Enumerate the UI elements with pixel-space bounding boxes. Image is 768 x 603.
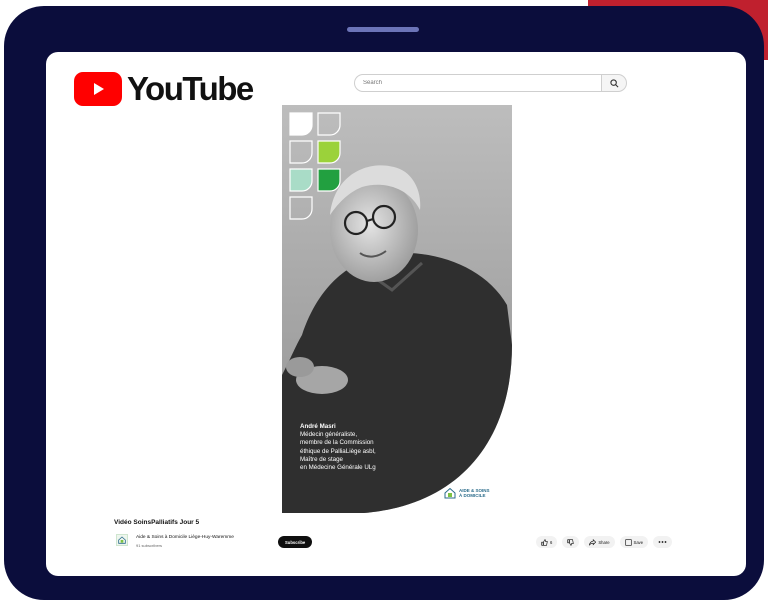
caption-line: Médecin généraliste, (300, 431, 358, 439)
caption-line: Maître de stage (300, 455, 343, 463)
caption-line: en Médecine Générale ULg (300, 464, 376, 472)
share-button[interactable]: Share (584, 536, 615, 548)
house-icon (444, 487, 456, 499)
share-icon (589, 538, 597, 545)
caption-line: membre de la Commission (300, 439, 374, 447)
search-input[interactable] (354, 74, 601, 92)
tablet-screen: YouTube Search André Masri Médecin génér… (46, 52, 746, 576)
tablet-camera-bar (347, 27, 419, 32)
channel-avatar[interactable] (116, 534, 128, 546)
house-icon (118, 536, 126, 544)
subscriber-count: 91 subscribers (136, 543, 163, 548)
like-count: 6 (550, 539, 553, 545)
channel-name-link[interactable]: Aide & Soins à Domicile Liège-Huy-Waremm… (136, 535, 234, 540)
caption-line: éthique de PalliaLiège asbl, (300, 447, 376, 455)
channel-watermark: AIDE & SOINS À DOMICILE (444, 487, 499, 499)
subscribe-button[interactable]: Subscribe (278, 536, 313, 548)
search-button[interactable] (601, 74, 627, 92)
save-label: Save (633, 539, 644, 545)
watermark-text: AIDE & SOINS À DOMICILE (459, 488, 499, 499)
youtube-play-icon (74, 72, 122, 106)
caption-name: André Masri (300, 423, 336, 430)
search-icon (609, 78, 618, 87)
dislike-button[interactable] (562, 536, 580, 548)
watermark-line: À DOMICILE (459, 493, 486, 498)
thumbs-up-icon (541, 538, 548, 546)
save-icon (624, 538, 632, 546)
youtube-logo[interactable]: YouTube (74, 70, 254, 107)
video-title: Vidéo SoinsPalliatifs Jour 5 (114, 519, 200, 526)
like-button[interactable]: 6 (536, 536, 558, 548)
search-bar (354, 74, 627, 92)
tablet-frame: YouTube Search André Masri Médecin génér… (4, 6, 764, 600)
more-icon (658, 541, 667, 543)
video-actions: 6 Share Save (536, 536, 673, 548)
video-caption: André Masri Médecin généraliste, membre … (300, 423, 376, 472)
video-player[interactable]: André Masri Médecin généraliste, membre … (282, 105, 512, 513)
share-label: Share (598, 539, 610, 545)
thumbs-down-icon (567, 538, 575, 546)
more-actions-button[interactable] (653, 536, 673, 548)
save-button[interactable]: Save (619, 536, 649, 548)
youtube-logo-text: YouTube (127, 70, 254, 107)
